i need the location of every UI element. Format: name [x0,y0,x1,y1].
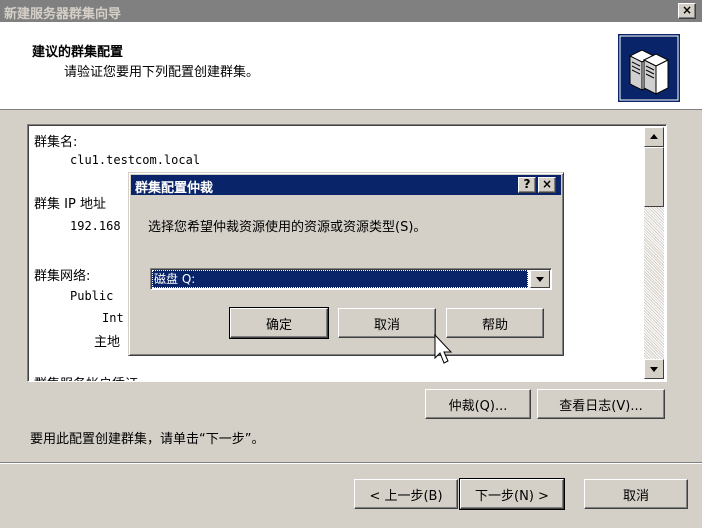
chevron-down-icon [536,277,544,282]
cancel-button[interactable]: 取消 [584,479,688,509]
summary-line: clu1.testcom.local [70,153,201,167]
summary-line: 群集服务帐户凭证 [34,373,138,381]
close-button[interactable]: × [678,3,696,19]
footer-divider [0,462,702,464]
scroll-thumb[interactable] [644,147,664,207]
summary-line: 群集名: [34,135,78,150]
server-cluster-icon [618,34,680,102]
mouse-cursor-icon [434,333,454,366]
selected-resource[interactable]: 磁盘 Q: [152,270,528,288]
dropdown-button[interactable] [530,270,550,288]
header-title: 建议的群集配置 [32,45,124,60]
dialog-help-button[interactable]: ? [518,177,536,193]
back-button[interactable]: < 上一步(B) [354,479,458,509]
header-subtitle: 请验证您要用下列配置创建群集。 [64,65,260,80]
dialog-title: 群集配置仲裁 [135,181,214,196]
view-log-button[interactable]: 查看日志(V)... [537,389,665,419]
scroll-down-button[interactable] [644,359,664,379]
summary-line: 主地 [94,335,121,350]
quorum-button[interactable]: 仲裁(Q)... [425,389,531,419]
dialog-help-action-button[interactable]: 帮助 [446,308,544,338]
summary-line: 群集 IP 地址 [34,197,106,212]
arrow-up-icon [650,134,658,139]
summary-line: Int [102,311,124,325]
instruction-text: 要用此配置创建群集，请单击“下一步”。 [30,432,265,447]
next-button[interactable]: 下一步(N) > [459,478,565,510]
arrow-down-icon [650,367,658,372]
scroll-up-button[interactable] [644,127,664,147]
dialog-prompt: 选择您希望仲裁资源使用的资源或资源类型(S)。 [148,220,427,235]
summary-line: 192.168 [70,219,121,233]
summary-line: 群集网络: [34,269,91,284]
dialog-ok-button[interactable]: 确定 [229,307,329,339]
dialog-cancel-button[interactable]: 取消 [338,308,436,338]
window-title: 新建服务器群集向导 [4,7,122,22]
summary-line: Public [70,289,114,303]
dialog-close-button[interactable]: × [538,177,556,193]
